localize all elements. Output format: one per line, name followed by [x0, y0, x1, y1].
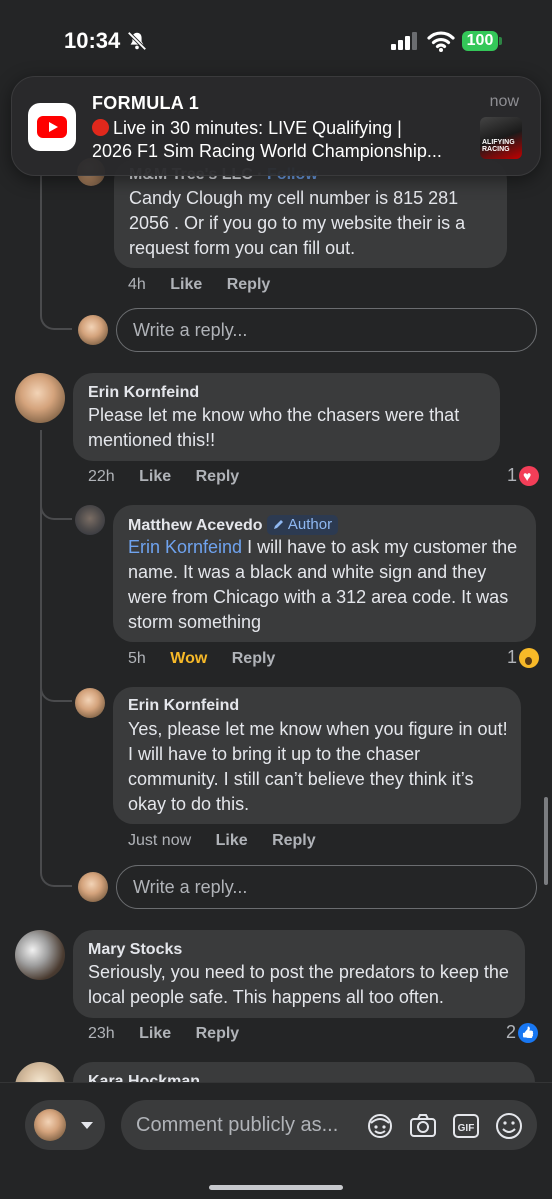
avatar[interactable]	[15, 930, 65, 980]
thumbnail-text: ALIFYING RACING	[482, 139, 515, 153]
comment-text: Candy Clough my cell number is 815 281 2…	[129, 188, 466, 258]
comment-bubble: Matthew Acevedo Author Erin Kornfeind I …	[113, 505, 536, 642]
reply-button[interactable]: Reply	[232, 650, 276, 667]
avatar-sticker-icon[interactable]	[366, 1112, 394, 1140]
avatar[interactable]	[15, 373, 65, 423]
reaction-count: 1	[507, 465, 518, 485]
thread-line	[40, 176, 42, 306]
scrollbar[interactable]	[544, 797, 548, 885]
notification-body: Live in 30 minutes: LIVE Qualifying | 20…	[92, 117, 477, 163]
comment-author[interactable]: Erin Kornfeind	[128, 697, 239, 715]
reply-input[interactable]: Write a reply...	[116, 308, 537, 352]
comment-author[interactable]: Mary Stocks	[88, 941, 182, 959]
comment-author[interactable]: Matthew Acevedo Author	[128, 515, 339, 535]
clock: 10:34	[64, 28, 121, 53]
comment-meta: 22h Like Reply	[88, 468, 239, 486]
mention-link[interactable]: Erin Kornfeind	[128, 537, 242, 557]
pencil-icon	[273, 520, 283, 529]
comment-composer: Comment publicly as... GIF	[0, 1082, 552, 1199]
comment-bubble: Erin Kornfeind Please let me know who th…	[73, 373, 500, 461]
comment-meta: Just now Like Reply	[128, 832, 316, 850]
comment-meta: 4h Like Reply	[128, 276, 270, 294]
like-button[interactable]: Like	[170, 276, 202, 293]
thread-line	[40, 430, 42, 870]
like-reaction-icon	[518, 1022, 539, 1043]
home-indicator[interactable]	[209, 1185, 343, 1190]
signal-icon	[391, 32, 417, 50]
thread-connector	[40, 500, 72, 520]
reply-button[interactable]: Reply	[196, 468, 240, 485]
comment-placeholder: Comment publicly as...	[136, 1114, 339, 1136]
notification-line-1: Live in 30 minutes: LIVE Qualifying |	[113, 118, 402, 138]
comment-bubble: Erin Kornfeind Yes, please let me know w…	[113, 687, 521, 824]
reaction-count: 1	[507, 647, 518, 667]
notification-thumbnail: ALIFYING RACING	[480, 117, 522, 159]
wow-reaction-button[interactable]: Wow	[170, 650, 207, 667]
comment-input[interactable]: Comment publicly as... GIF	[121, 1100, 537, 1150]
battery-indicator: 100	[462, 31, 498, 51]
comment-author[interactable]: Erin Kornfeind	[88, 384, 199, 402]
identity-switcher[interactable]	[25, 1100, 105, 1150]
notification-time: now	[489, 93, 519, 110]
reply-button[interactable]: Reply	[272, 832, 316, 849]
status-bar: 10:34 100	[0, 0, 552, 80]
reaction-count: 2	[506, 1022, 517, 1042]
battery-tip	[499, 37, 502, 45]
push-notification[interactable]: FORMULA 1 now Live in 30 minutes: LIVE Q…	[11, 76, 541, 176]
reply-button[interactable]: Reply	[227, 276, 271, 293]
reply-input[interactable]: Write a reply...	[116, 865, 537, 909]
notification-line-2: 2026 F1 Sim Racing World Championship...	[92, 141, 442, 161]
wow-reaction-icon	[519, 647, 540, 668]
like-button[interactable]: Like	[216, 832, 248, 849]
comment-time: Just now	[128, 832, 192, 849]
notification-app-name: FORMULA 1	[92, 93, 200, 113]
comment-time: 23h	[88, 1025, 115, 1042]
red-circle-icon	[92, 119, 109, 136]
avatar	[78, 872, 108, 902]
comment-text: Seriously, you need to post the predator…	[88, 962, 509, 1007]
svg-text:GIF: GIF	[458, 1123, 475, 1134]
avatar	[78, 315, 108, 345]
comment-meta: 23h Like Reply	[88, 1025, 239, 1043]
avatar[interactable]	[75, 688, 105, 718]
reaction-summary[interactable]: 2	[506, 1022, 539, 1043]
avatar	[34, 1109, 66, 1141]
reply-button[interactable]: Reply	[196, 1025, 240, 1042]
comment-text: Erin Kornfeind I will have to ask my cus…	[128, 537, 518, 632]
emoji-icon[interactable]	[495, 1112, 523, 1140]
thread-connector	[40, 300, 72, 330]
like-button[interactable]: Like	[139, 1025, 171, 1042]
comment-time: 22h	[88, 468, 115, 485]
reaction-summary[interactable]: 1	[507, 465, 540, 486]
camera-icon[interactable]	[409, 1112, 437, 1140]
comment-meta: 5h Wow Reply	[128, 650, 275, 668]
comment-time: 5h	[128, 650, 146, 667]
comment-bubble: M&M Tree's LLC · Follow Candy Clough my …	[114, 160, 507, 268]
heart-reaction-icon	[519, 465, 540, 486]
thread-connector	[40, 680, 72, 702]
comment-time: 4h	[128, 276, 146, 293]
wifi-icon	[427, 31, 455, 52]
gif-icon[interactable]: GIF	[452, 1112, 480, 1140]
comment-text: Please let me know who the chasers were …	[88, 405, 460, 450]
youtube-icon	[28, 103, 76, 151]
bell-slash-icon	[127, 31, 147, 51]
chevron-down-icon	[81, 1122, 93, 1129]
thread-connector	[40, 860, 72, 887]
comment-bubble: Mary Stocks Seriously, you need to post …	[73, 930, 525, 1018]
author-badge: Author	[266, 515, 339, 535]
comment-text: Yes, please let me know when you figure …	[128, 719, 508, 814]
avatar[interactable]	[75, 505, 105, 535]
reaction-summary[interactable]: 1	[507, 647, 540, 668]
like-button[interactable]: Like	[139, 468, 171, 485]
